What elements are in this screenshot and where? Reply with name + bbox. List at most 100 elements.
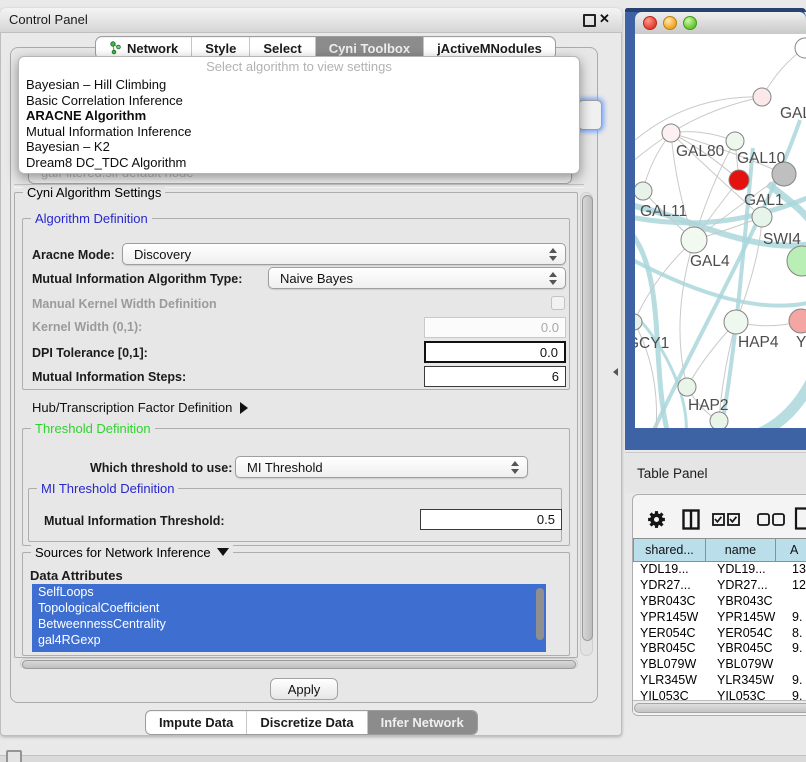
column-header-shared-name[interactable]: shared... — [633, 538, 706, 562]
network-node-label: HAP2 — [688, 397, 729, 414]
control-panel-titlebar[interactable]: Control Panel ✕ — [0, 8, 622, 33]
close-panel-icon[interactable]: ✕ — [599, 11, 610, 27]
table-row[interactable]: YDR27...YDR27...12 — [633, 578, 806, 594]
manual-kernel-width-checkbox[interactable] — [551, 296, 565, 310]
deselect-all-columns-button[interactable] — [757, 513, 785, 531]
tab-infer-network[interactable]: Infer Network — [367, 711, 477, 734]
stepper-arrows-icon — [549, 248, 557, 262]
which-threshold-combo[interactable]: MI Threshold — [235, 456, 528, 478]
table-row[interactable]: YPR145WYPR145W9. — [633, 610, 806, 626]
network-node-label: GAL11 — [640, 203, 687, 220]
attribute-list-item[interactable]: SelfLoops — [32, 584, 546, 600]
network-node[interactable] — [753, 88, 771, 106]
network-edge-highlighted[interactable] — [758, 380, 806, 428]
sources-title[interactable]: Sources for Network Inference — [31, 545, 233, 560]
horizontal-scrollbar-thumb[interactable] — [22, 660, 576, 669]
attribute-list-item[interactable]: gal4RGexp — [32, 632, 546, 648]
table-row[interactable]: YBR045CYBR045C9. — [633, 641, 806, 657]
minimized-frame-icon[interactable] — [6, 750, 22, 762]
algorithm-option[interactable]: Bayesian – Hill Climbing — [19, 77, 579, 93]
network-node[interactable] — [662, 124, 680, 142]
panel-vertical-scrollbar[interactable] — [580, 192, 593, 656]
algorithm-option[interactable]: Dream8 DC_TDC Algorithm — [19, 155, 579, 171]
table-header-row: shared... name A — [633, 538, 806, 562]
threshold-definition-title: Threshold Definition — [31, 421, 155, 436]
network-node[interactable] — [710, 412, 728, 428]
table-row[interactable]: YBL079WYBL079W — [633, 657, 806, 673]
network-node[interactable] — [724, 310, 748, 334]
algorithm-popup-header: Select algorithm to view settings — [19, 57, 579, 77]
attribute-list-item[interactable]: BetweennessCentrality — [32, 616, 546, 632]
table-settings-button[interactable] — [646, 509, 667, 535]
mi-algorithm-type-label: Mutual Information Algorithm Type: — [32, 272, 242, 286]
zoom-traffic-light[interactable] — [683, 16, 697, 30]
attribute-list-item[interactable]: TopologicalCoefficient — [32, 600, 546, 616]
network-edge[interactable] — [643, 133, 671, 191]
apply-button[interactable]: Apply — [270, 678, 338, 700]
column-header-name[interactable]: name — [706, 538, 776, 562]
data-attributes-list[interactable]: SelfLoopsTopologicalCoefficientBetweenne… — [32, 584, 546, 652]
table-cell: YBR045C — [633, 641, 710, 657]
algorithm-option[interactable]: ARACNE Algorithm — [19, 108, 579, 124]
algorithm-option[interactable]: Bayesian – K2 — [19, 139, 579, 155]
select-all-columns-button[interactable] — [712, 513, 740, 531]
table-row[interactable]: YDL19...YDL19...13 — [633, 562, 806, 578]
network-canvas-svg[interactable]: GALGAL80GAL10GAL1GAL11SWI4GAL4GCY1HAP4YH… — [635, 34, 806, 428]
minimize-traffic-light[interactable] — [663, 16, 677, 30]
network-node[interactable] — [726, 132, 744, 150]
network-node[interactable] — [681, 227, 707, 253]
table-horizontal-scrollbar[interactable] — [633, 700, 806, 713]
table-row[interactable]: YLR345WYLR345W9. — [633, 673, 806, 689]
table-row[interactable]: YBR043CYBR043C — [633, 594, 806, 610]
network-node-label: GAL10 — [737, 150, 786, 167]
close-traffic-light[interactable] — [643, 16, 657, 30]
data-attributes-label: Data Attributes — [30, 568, 123, 583]
column-header-partial[interactable]: A — [776, 538, 806, 562]
network-window-titlebar[interactable] — [635, 12, 806, 35]
table-scrollbar-thumb[interactable] — [634, 703, 806, 713]
table-cell: 13 — [788, 562, 806, 578]
table-cell: 9. — [788, 689, 806, 700]
kernel-width-field[interactable]: 0.0 — [424, 317, 566, 338]
vertical-scrollbar-thumb[interactable] — [582, 195, 593, 641]
tab-discretize-data[interactable]: Discretize Data — [246, 711, 366, 734]
network-edge[interactable] — [635, 97, 762, 140]
mi-steps-field[interactable]: 6 — [424, 366, 566, 387]
attr-items: SelfLoopsTopologicalCoefficientBetweenne… — [32, 584, 546, 648]
network-node[interactable] — [635, 314, 642, 330]
mi-steps-label: Mutual Information Steps: — [32, 370, 186, 384]
network-node-label: GAL1 — [744, 192, 784, 209]
dpi-tolerance-field[interactable]: 0.0 — [424, 341, 566, 363]
network-node[interactable] — [752, 207, 772, 227]
network-node[interactable] — [678, 378, 696, 396]
table-cell — [788, 594, 806, 610]
gear-icon — [646, 509, 667, 530]
network-edge[interactable] — [671, 97, 762, 133]
panel-horizontal-scrollbar[interactable] — [20, 658, 578, 669]
network-node[interactable] — [789, 309, 806, 333]
float-window-icon[interactable] — [583, 14, 596, 27]
network-node[interactable] — [729, 170, 749, 190]
table-cell: YPR145W — [633, 610, 710, 626]
splitter-collapse-arrow[interactable] — [613, 368, 618, 376]
mi-threshold-field[interactable]: 0.5 — [420, 509, 562, 530]
list-scrollbar-thumb[interactable] — [536, 588, 544, 640]
dpi-tolerance-label: DPI Tolerance [0,1]: — [32, 346, 148, 360]
mi-algorithm-type-combo[interactable]: Naive Bayes — [268, 267, 566, 289]
tab-impute-data[interactable]: Impute Data — [146, 711, 246, 734]
algorithm-option[interactable]: Basic Correlation Inference — [19, 93, 579, 109]
algorithm-option[interactable]: Mutual Information Inference — [19, 124, 579, 140]
table-row[interactable]: YER054CYER054C8. — [633, 626, 806, 642]
network-canvas[interactable]: GALGAL80GAL10GAL1GAL11SWI4GAL4GCY1HAP4YH… — [635, 34, 806, 428]
network-node[interactable] — [795, 38, 806, 58]
aracne-mode-combo[interactable]: Discovery — [122, 243, 566, 265]
network-window-frame[interactable]: GALGAL80GAL10GAL1GAL11SWI4GAL4GCY1HAP4YH… — [625, 8, 806, 450]
export-table-button[interactable] — [794, 507, 806, 535]
show-columns-button[interactable] — [682, 509, 700, 535]
inference-algorithm-combo-partial[interactable] — [578, 100, 602, 130]
stepper-arrows-icon — [549, 272, 557, 286]
network-node[interactable] — [787, 246, 806, 276]
hub-definition-toggle[interactable]: Hub/Transcription Factor Definition — [32, 400, 248, 415]
network-node[interactable] — [635, 182, 652, 200]
table-row[interactable]: YIL053CYIL053C9. — [633, 689, 806, 700]
